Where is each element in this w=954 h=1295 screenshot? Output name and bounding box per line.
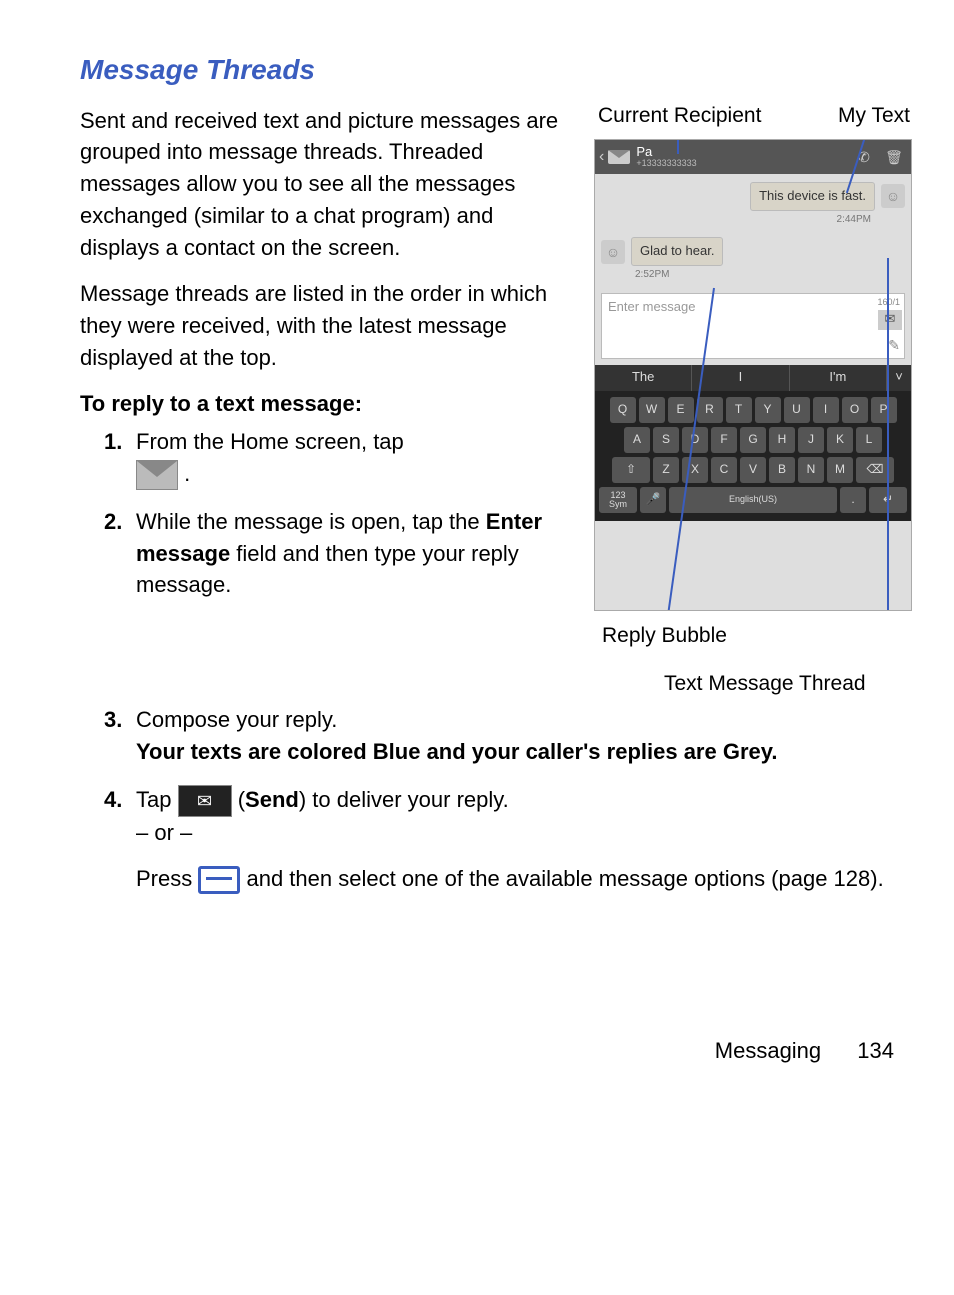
- key-s[interactable]: S: [653, 427, 679, 453]
- send-button[interactable]: ✉: [878, 310, 902, 330]
- sub-heading: To reply to a text message:: [80, 388, 576, 420]
- label-my-text: My Text: [838, 101, 910, 131]
- keyboard: QWERTYUIOP ASDFGHJKL ⇧ZXCVBNM⌫ 123 Sym 🎤…: [595, 391, 911, 521]
- incoming-message: Glad to hear.: [631, 237, 723, 266]
- input-placeholder: Enter message: [608, 298, 695, 317]
- key-u[interactable]: U: [784, 397, 810, 423]
- key-m[interactable]: M: [827, 457, 853, 483]
- key-k[interactable]: K: [827, 427, 853, 453]
- figure: Current Recipient My Text ‹ Pa +13333333…: [594, 101, 914, 700]
- key-w[interactable]: W: [639, 397, 665, 423]
- key-h[interactable]: H: [769, 427, 795, 453]
- step-1: 1. From the Home screen, tap .: [108, 426, 576, 490]
- step-4-send-bold: Send: [245, 787, 299, 812]
- step-4-text-d: ) to deliver your reply.: [299, 787, 509, 812]
- suggest-expand-icon[interactable]: ˅: [887, 365, 911, 391]
- key-shift[interactable]: ⇧: [612, 457, 650, 483]
- paragraph-2: Message threads are listed in the order …: [80, 278, 576, 374]
- callout-line: [677, 139, 679, 154]
- message-input[interactable]: Enter message 160/1 ✉ ✎: [601, 293, 905, 359]
- suggestion-bar: The I I'm ˅: [595, 365, 911, 391]
- key-b[interactable]: B: [769, 457, 795, 483]
- time-1: 2:44PM: [601, 213, 905, 228]
- step-2-text-a: While the message is open, tap the: [136, 509, 486, 534]
- suggest-3[interactable]: I'm: [790, 365, 887, 391]
- step-3-text: Compose your reply.: [136, 707, 337, 732]
- attach-icon[interactable]: ✎: [888, 335, 900, 355]
- key-e[interactable]: E: [668, 397, 694, 423]
- key-period[interactable]: .: [840, 487, 866, 513]
- key-l[interactable]: L: [856, 427, 882, 453]
- messaging-app-icon: [136, 460, 178, 490]
- phone-screenshot: ‹ Pa +13333333333 ✆ 🗑 This device is fas…: [594, 139, 912, 611]
- key-y[interactable]: Y: [755, 397, 781, 423]
- key-g[interactable]: G: [740, 427, 766, 453]
- key-o[interactable]: O: [842, 397, 868, 423]
- key-a[interactable]: A: [624, 427, 650, 453]
- contact-number: +13333333333: [636, 159, 847, 169]
- step-4-press: Press: [136, 866, 198, 891]
- key-q[interactable]: Q: [610, 397, 636, 423]
- contact-name: Pa: [636, 145, 847, 159]
- key-v[interactable]: V: [740, 457, 766, 483]
- avatar-me: ☺: [881, 184, 905, 208]
- suggest-1[interactable]: The: [595, 365, 692, 391]
- page-footer: Messaging 134: [80, 1035, 914, 1067]
- suggest-2[interactable]: I: [692, 365, 789, 391]
- avatar-them: ☺: [601, 240, 625, 264]
- label-reply-bubble: Reply Bubble: [602, 621, 914, 651]
- key-sym[interactable]: 123 Sym: [599, 487, 637, 513]
- time-2: 2:52PM: [601, 268, 905, 283]
- key-j[interactable]: J: [798, 427, 824, 453]
- footer-page: 134: [857, 1038, 894, 1063]
- key-i[interactable]: I: [813, 397, 839, 423]
- key-t[interactable]: T: [726, 397, 752, 423]
- key-space[interactable]: English(US): [669, 487, 837, 513]
- key-f[interactable]: F: [711, 427, 737, 453]
- envelope-icon: [608, 150, 630, 164]
- key-c[interactable]: C: [711, 457, 737, 483]
- phone-header: ‹ Pa +13333333333 ✆ 🗑: [595, 140, 911, 174]
- key-d[interactable]: D: [682, 427, 708, 453]
- step-1-period: .: [184, 461, 190, 486]
- key-r[interactable]: R: [697, 397, 723, 423]
- key-n[interactable]: N: [798, 457, 824, 483]
- label-text-thread: Text Message Thread: [664, 669, 914, 699]
- step-4-text-f: and then select one of the available mes…: [246, 866, 883, 891]
- step-1-text: From the Home screen, tap: [136, 429, 404, 454]
- callout-line: [887, 258, 889, 611]
- key-p[interactable]: P: [871, 397, 897, 423]
- step-3: 3. Compose your reply. Your texts are co…: [108, 704, 914, 768]
- step-3-bold: Your texts are colored Blue and your cal…: [136, 739, 777, 764]
- send-icon: ✉: [178, 785, 232, 817]
- step-4: 4. Tap ✉ (Send) to deliver your reply. –…: [108, 784, 914, 895]
- menu-icon: [198, 866, 240, 894]
- step-2: 2. While the message is open, tap the En…: [108, 506, 576, 602]
- step-4-or: – or –: [136, 820, 192, 845]
- step-4-text-a: Tap: [136, 787, 178, 812]
- step-4-paren-open: (: [238, 787, 245, 812]
- key-z[interactable]: Z: [653, 457, 679, 483]
- label-current-recipient: Current Recipient: [598, 101, 761, 131]
- outgoing-message: This device is fast.: [750, 182, 875, 211]
- key-mic[interactable]: 🎤: [640, 487, 666, 513]
- footer-section: Messaging: [715, 1038, 821, 1063]
- trash-icon[interactable]: 🗑: [881, 144, 907, 170]
- back-icon[interactable]: ‹: [599, 145, 604, 168]
- section-heading: Message Threads: [80, 50, 914, 91]
- paragraph-1: Sent and received text and picture messa…: [80, 105, 576, 264]
